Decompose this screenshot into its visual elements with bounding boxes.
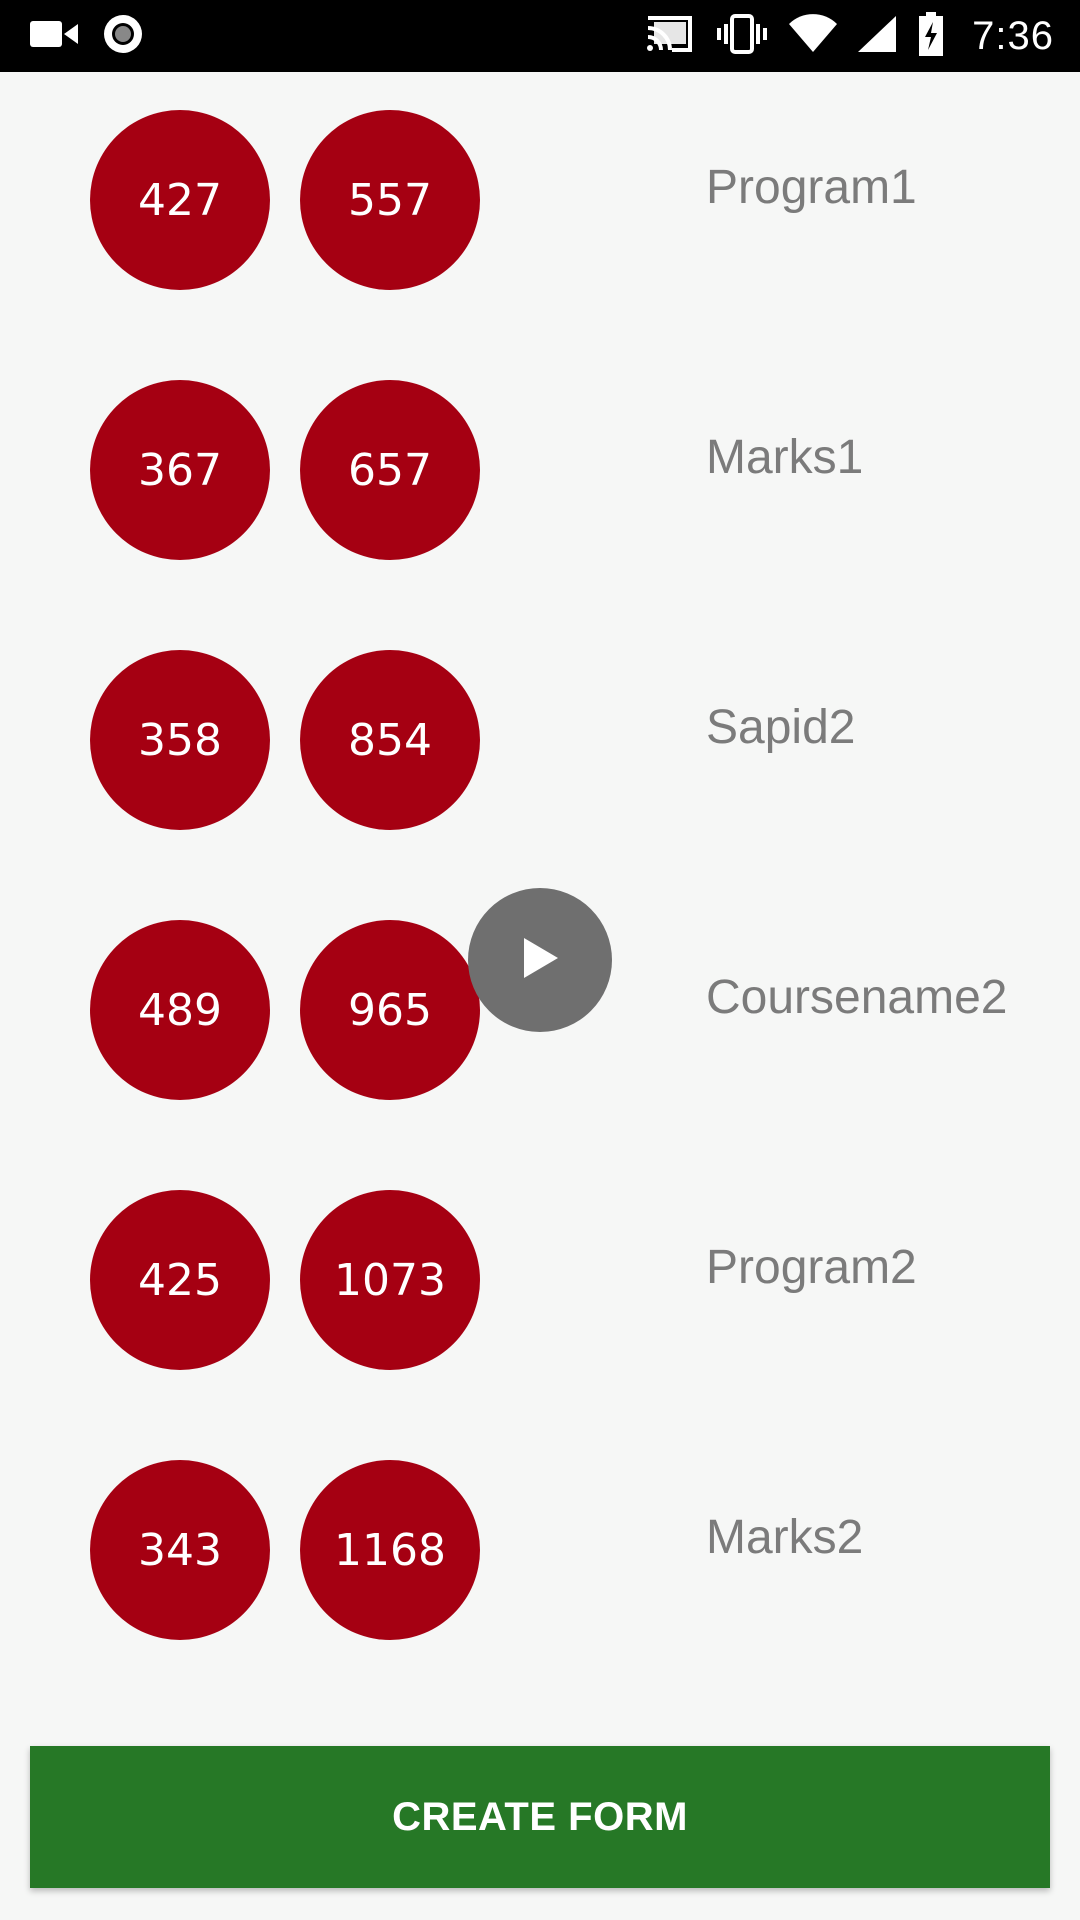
row-label: Sapid2 (706, 701, 856, 754)
value-circle-left[interactable]: 367 (90, 380, 270, 560)
status-bar-right: 7:36 (644, 0, 1054, 72)
play-button[interactable] (468, 888, 612, 1032)
play-icon (518, 934, 562, 987)
signal-icon (854, 14, 898, 59)
status-time: 7:36 (972, 13, 1054, 58)
status-bar: 7:36 (0, 0, 1080, 72)
value-circle-left[interactable]: 358 (90, 650, 270, 830)
list-item[interactable]: 343 1168 Marks2 (0, 1422, 1080, 1692)
create-form-button[interactable]: CREATE FORM (30, 1746, 1050, 1888)
value-circle-right[interactable]: 854 (300, 650, 480, 830)
value-circle-right[interactable]: 1073 (300, 1190, 480, 1370)
value-circle-right[interactable]: 965 (300, 920, 480, 1100)
value-circle-left[interactable]: 489 (90, 920, 270, 1100)
row-label: Marks1 (706, 431, 864, 484)
row-label: Program2 (706, 1241, 917, 1294)
vibrate-icon (716, 13, 768, 59)
record-icon (102, 13, 144, 60)
value-circle-left[interactable]: 427 (90, 110, 270, 290)
row-label: Marks2 (706, 1511, 864, 1564)
value-circle-right[interactable]: 1168 (300, 1460, 480, 1640)
list-item[interactable]: 358 854 Sapid2 (0, 612, 1080, 882)
battery-charging-icon (918, 11, 944, 61)
row-label: Program1 (706, 161, 917, 214)
wifi-icon (788, 13, 838, 59)
list-item[interactable]: 427 557 Program1 (0, 72, 1080, 342)
cast-icon (644, 14, 694, 59)
value-circle-right[interactable]: 657 (300, 380, 480, 560)
row-label: Coursename2 (706, 971, 1008, 1024)
value-circle-left[interactable]: 425 (90, 1190, 270, 1370)
list-item[interactable]: 367 657 Marks1 (0, 342, 1080, 612)
value-circle-right[interactable]: 557 (300, 110, 480, 290)
list-item[interactable]: 425 1073 Program2 (0, 1152, 1080, 1422)
value-list: 427 557 Program1 367 657 Marks1 358 854 … (0, 72, 1080, 1692)
status-bar-left (30, 14, 144, 58)
video-camera-icon (30, 19, 80, 54)
value-circle-left[interactable]: 343 (90, 1460, 270, 1640)
